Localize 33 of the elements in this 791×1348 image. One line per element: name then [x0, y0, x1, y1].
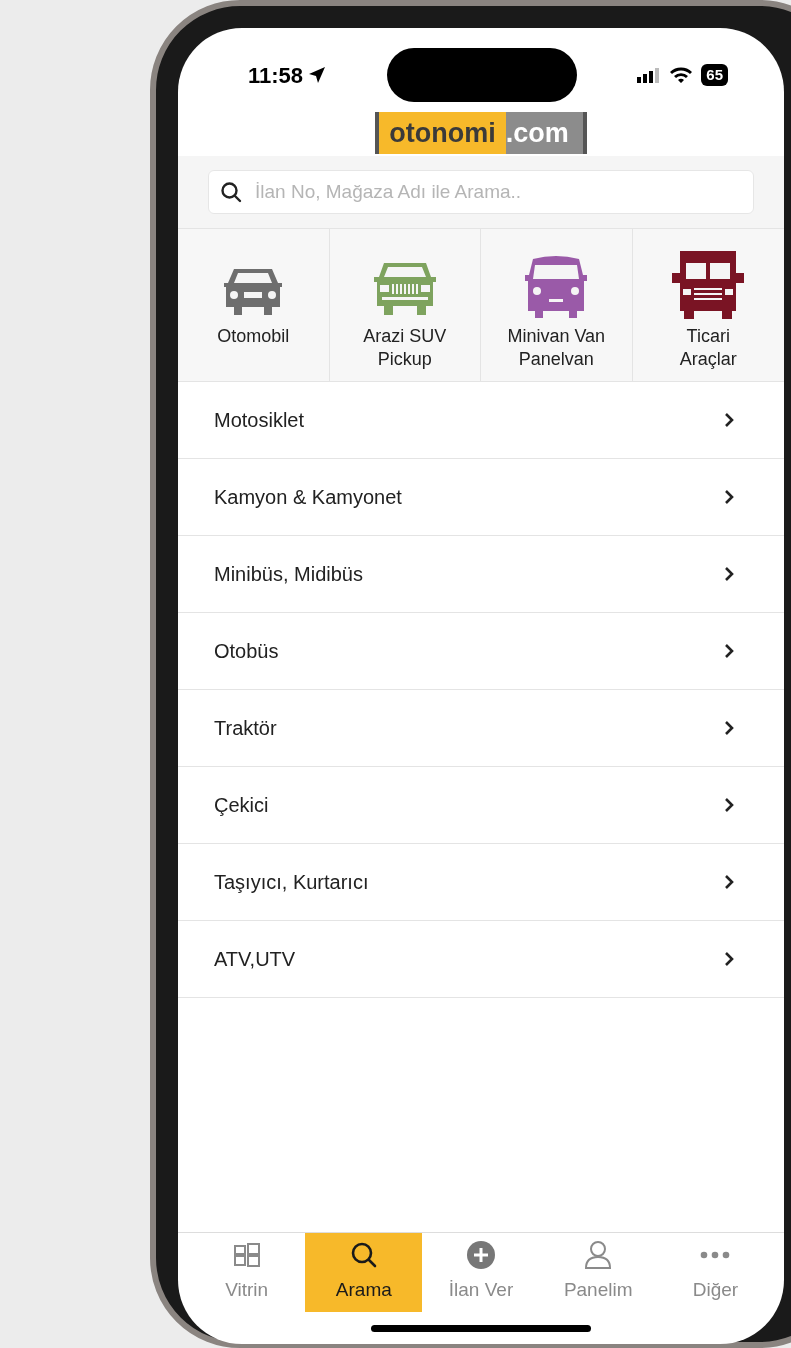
search-icon [349, 1241, 378, 1270]
category-row[interactable]: Çekici [178, 767, 784, 844]
site-logo: otonomi .com [375, 112, 587, 154]
category-row[interactable]: Taşıyıcı, Kurtarıcı [178, 844, 784, 921]
grid-icon [232, 1242, 261, 1269]
category-row[interactable]: Kamyon & Kamyonet [178, 459, 784, 536]
location-arrow-icon [307, 65, 328, 85]
category-tile[interactable]: Arazi SUV Pickup [329, 229, 481, 381]
category-tile[interactable]: Minivan Van Panelvan [481, 229, 633, 381]
signal-icon [637, 67, 662, 83]
category-tile[interactable]: Otomobil [178, 229, 330, 381]
category-row[interactable]: ATV,UTV [178, 921, 784, 998]
chevron-right-icon [724, 412, 734, 428]
category-row[interactable]: Otobüs [178, 613, 784, 690]
chevron-right-icon [724, 566, 734, 582]
person-icon [584, 1240, 613, 1271]
category-tile[interactable]: Ticari Araçlar [632, 229, 784, 381]
category-row[interactable]: Motosiklet [178, 382, 784, 459]
chevron-right-icon [724, 951, 734, 967]
chevron-right-icon [724, 874, 734, 890]
category-row[interactable]: Traktör [178, 690, 784, 767]
wifi-icon [669, 66, 694, 84]
plus-circle-icon [466, 1240, 496, 1271]
chevron-right-icon [724, 643, 734, 659]
more-icon [700, 1251, 731, 1260]
battery-indicator: 65 [701, 64, 728, 86]
tab-bar-item[interactable]: Arama [305, 1233, 423, 1312]
chevron-right-icon [724, 489, 734, 505]
chevron-right-icon [724, 797, 734, 813]
status-time: 11:58 [248, 61, 304, 90]
category-row[interactable]: Minibüs, Midibüs [178, 536, 784, 613]
search-field[interactable]: İlan No, Mağaza Adı ile Arama.. [208, 170, 754, 214]
chevron-right-icon [724, 720, 734, 736]
